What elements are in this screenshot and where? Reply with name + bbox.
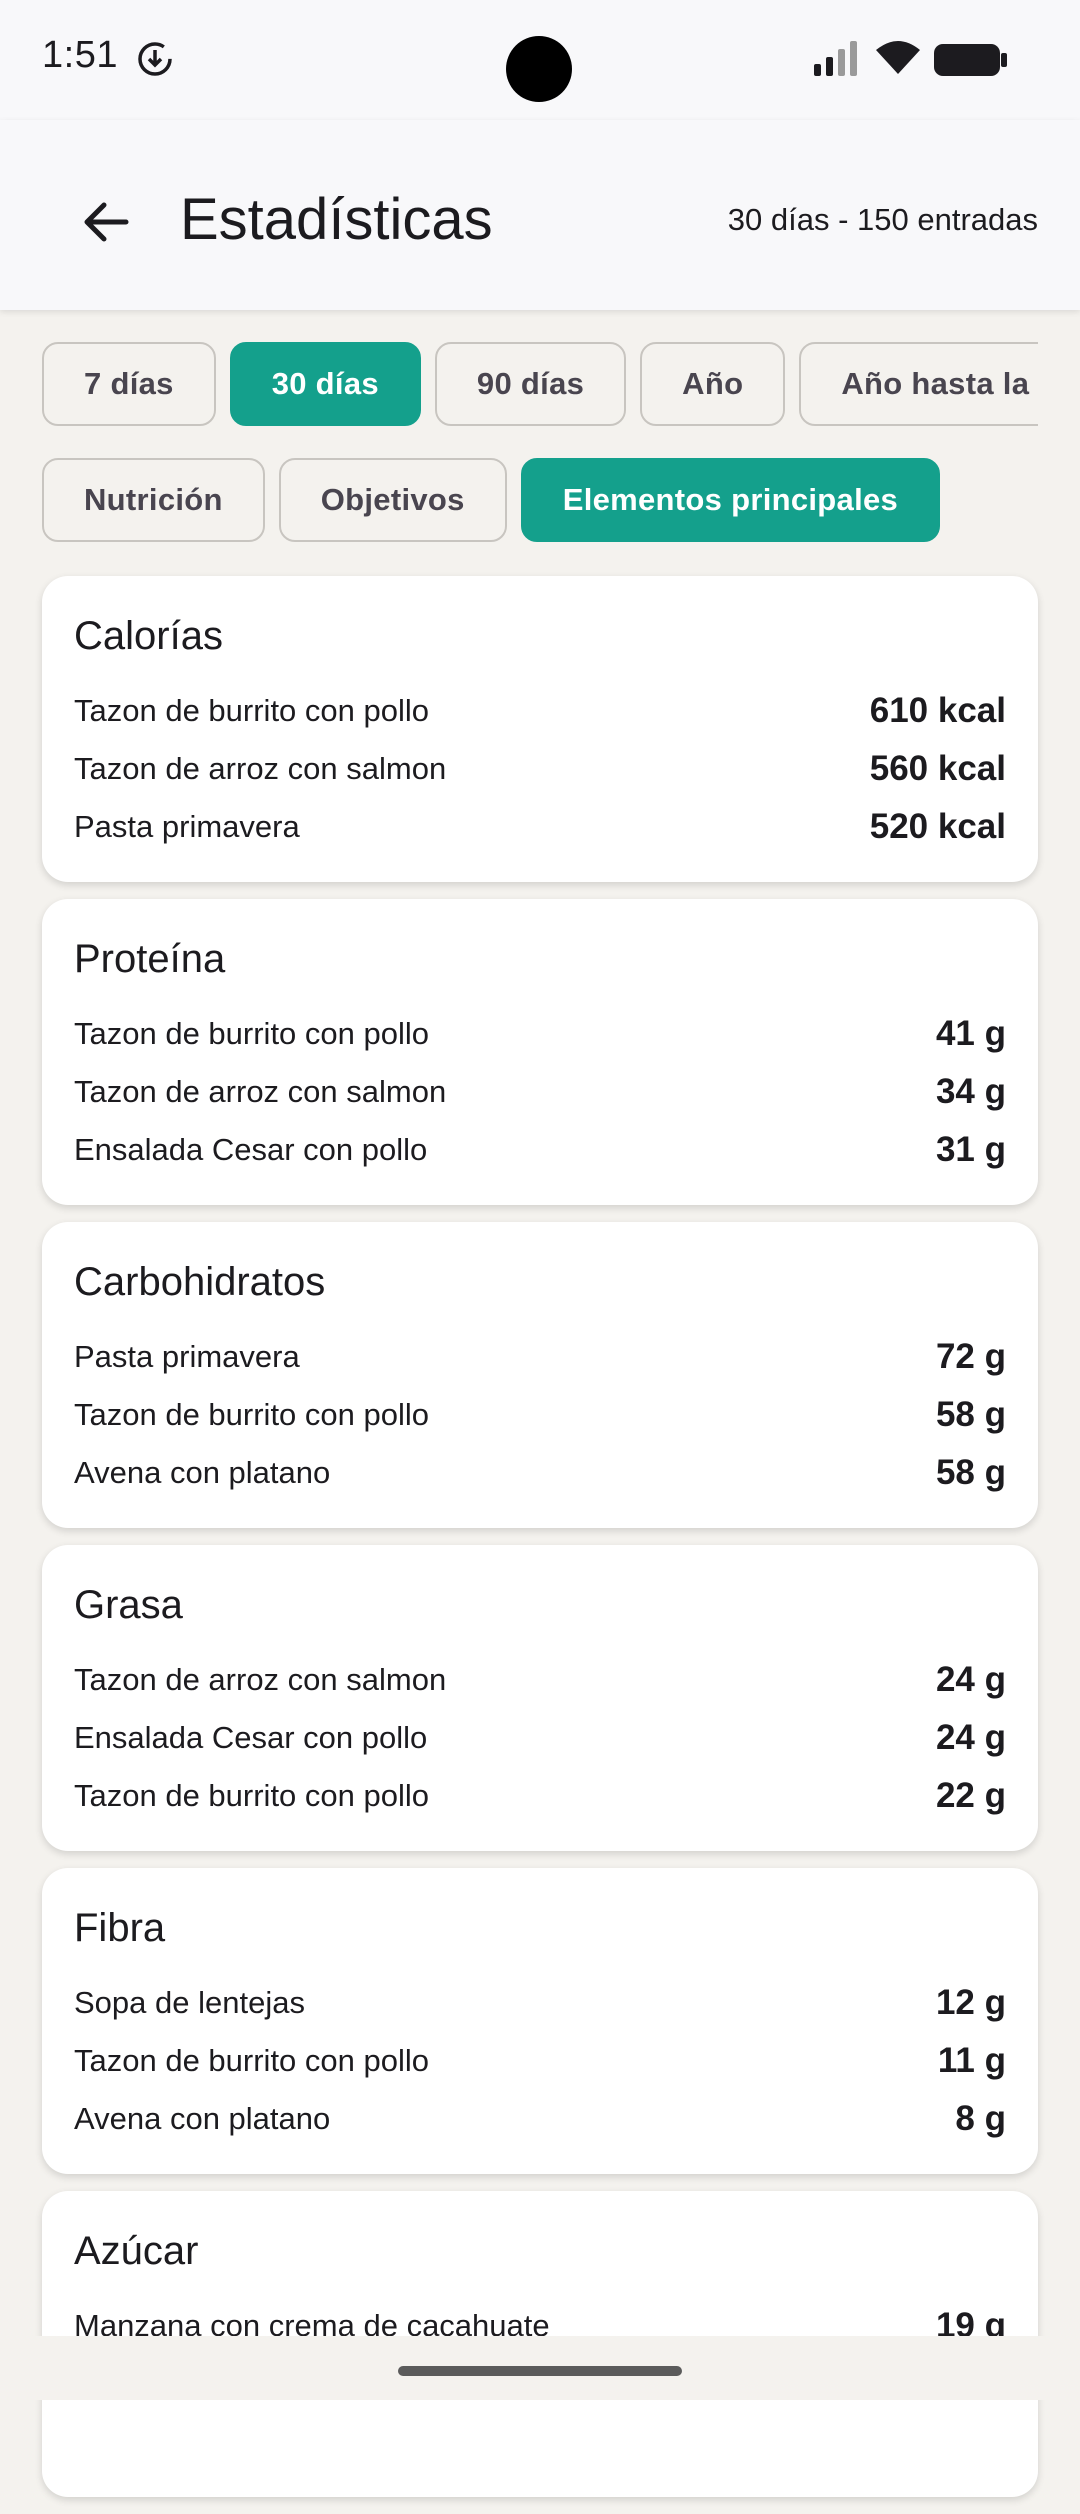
card-title: Grasa <box>74 1583 183 1627</box>
list-item: Pasta primavera 72 g <box>74 1328 1006 1386</box>
chip-7-days[interactable]: 7 días <box>42 342 216 426</box>
item-value: 41 g <box>935 1014 1006 1053</box>
item-name: Tazon de burrito con pollo <box>74 1016 430 1051</box>
item-value: 24 g <box>935 1660 1006 1699</box>
app-bar: Estadísticas 30 días - 150 entradas <box>0 120 1080 310</box>
item-value: 11 g <box>937 2041 1006 2080</box>
list-item: Tazon de burrito con pollo 610 kcal <box>74 682 1006 740</box>
chip-year-to-date[interactable]: Año hasta la fecha <box>799 342 1038 426</box>
page-title: Estadísticas <box>180 187 493 252</box>
list-item: Tazon de burrito con pollo 11 g <box>74 2032 1006 2090</box>
item-name: Tazon de burrito con pollo <box>74 1397 430 1432</box>
list-item: Ensalada Cesar con pollo 24 g <box>74 1709 1006 1767</box>
wifi-icon <box>874 40 922 81</box>
list-item: Tazon de burrito con pollo 22 g <box>74 1767 1006 1825</box>
battery-icon <box>934 44 1008 81</box>
item-name: Pasta primavera <box>74 1339 300 1374</box>
item-value: 560 kcal <box>869 749 1006 788</box>
list-item: Avena con platano 8 g <box>74 2090 1006 2148</box>
item-name: Avena con platano <box>74 2101 331 2136</box>
entries-summary: 30 días - 150 entradas <box>727 202 1038 237</box>
view-chip-row: Nutrición Objetivos Elementos principales <box>42 458 1038 544</box>
card-title: Proteína <box>74 937 226 981</box>
item-name: Tazon de arroz con salmon <box>74 751 447 786</box>
item-name: Ensalada Cesar con pollo <box>74 1132 428 1167</box>
list-item: Avena con platano 58 g <box>74 1444 1006 1502</box>
gesture-nav-handle[interactable] <box>398 2366 682 2376</box>
range-chip-row: 7 días30 días90 díasAñoAño hasta la fech… <box>42 342 1038 428</box>
chip-30-days[interactable]: 30 días <box>229 342 421 426</box>
list-item: Tazon de arroz con salmon 24 g <box>74 1651 1006 1709</box>
item-name: Tazon de arroz con salmon <box>74 1662 447 1697</box>
status-time: 1:51 <box>42 34 118 76</box>
signal-icon <box>812 40 862 81</box>
list-item: Sopa de lentejas 12 g <box>74 1974 1006 2032</box>
list-item: Tazon de burrito con pollo 41 g <box>74 1005 1006 1063</box>
arrow-back-icon <box>84 202 129 242</box>
status-bar: 1:51 <box>0 0 1080 120</box>
item-name: Sopa de lentejas <box>74 1985 305 2020</box>
card-carbohydrates: Carbohidratos Pasta primavera 72 g Tazon… <box>42 1222 1038 1528</box>
item-value: 58 g <box>935 1395 1006 1434</box>
card-title: Azúcar <box>74 2229 199 2273</box>
item-value: 22 g <box>935 1776 1006 1815</box>
chip-90-days[interactable]: 90 días <box>434 342 627 426</box>
card-title: Calorías <box>74 614 223 658</box>
item-value: 72 g <box>935 1337 1006 1376</box>
item-value: 8 g <box>955 2099 1006 2138</box>
list-item: Pasta primavera 520 kcal <box>74 798 1006 856</box>
item-value: 31 g <box>935 1130 1006 1169</box>
item-value: 520 kcal <box>869 807 1006 846</box>
card-fat: Grasa Tazon de arroz con salmon 24 g Ens… <box>42 1545 1038 1851</box>
download-icon <box>136 40 174 83</box>
back-button[interactable] <box>66 182 146 262</box>
list-item: Tazon de arroz con salmon 560 kcal <box>74 740 1006 798</box>
item-name: Tazon de burrito con pollo <box>74 1778 430 1813</box>
card-title: Carbohidratos <box>74 1260 326 1304</box>
item-value: 610 kcal <box>869 691 1006 730</box>
item-value: 58 g <box>935 1453 1006 1492</box>
item-name: Tazon de burrito con pollo <box>74 693 430 728</box>
item-value: 12 g <box>935 1983 1006 2022</box>
chip-year[interactable]: Año <box>640 342 786 426</box>
chip-goals[interactable]: Objetivos <box>278 458 507 542</box>
chip-nutrition[interactable]: Nutrición <box>42 458 265 542</box>
list-item: Ensalada Cesar con pollo 31 g <box>74 1121 1006 1179</box>
item-name: Avena con platano <box>74 1455 331 1490</box>
chip-top-items[interactable]: Elementos principales <box>520 458 941 542</box>
item-name: Tazon de arroz con salmon <box>74 1074 447 1109</box>
item-name: Ensalada Cesar con pollo <box>74 1720 428 1755</box>
list-item: Tazon de burrito con pollo 58 g <box>74 1386 1006 1444</box>
card-title: Fibra <box>74 1906 166 1950</box>
item-name: Tazon de burrito con pollo <box>74 2043 430 2078</box>
list-item: Tazon de arroz con salmon 34 g <box>74 1063 1006 1121</box>
card-protein: Proteína Tazon de burrito con pollo 41 g… <box>42 899 1038 1205</box>
item-value: 34 g <box>935 1072 1006 1111</box>
camera-cutout <box>506 36 572 102</box>
item-value: 24 g <box>935 1718 1006 1757</box>
top-items-list: Calorías Tazon de burrito con pollo 610 … <box>42 576 1038 2514</box>
card-fiber: Fibra Sopa de lentejas 12 g Tazon de bur… <box>42 1868 1038 2174</box>
card-calories: Calorías Tazon de burrito con pollo 610 … <box>42 576 1038 882</box>
item-name: Pasta primavera <box>74 809 300 844</box>
